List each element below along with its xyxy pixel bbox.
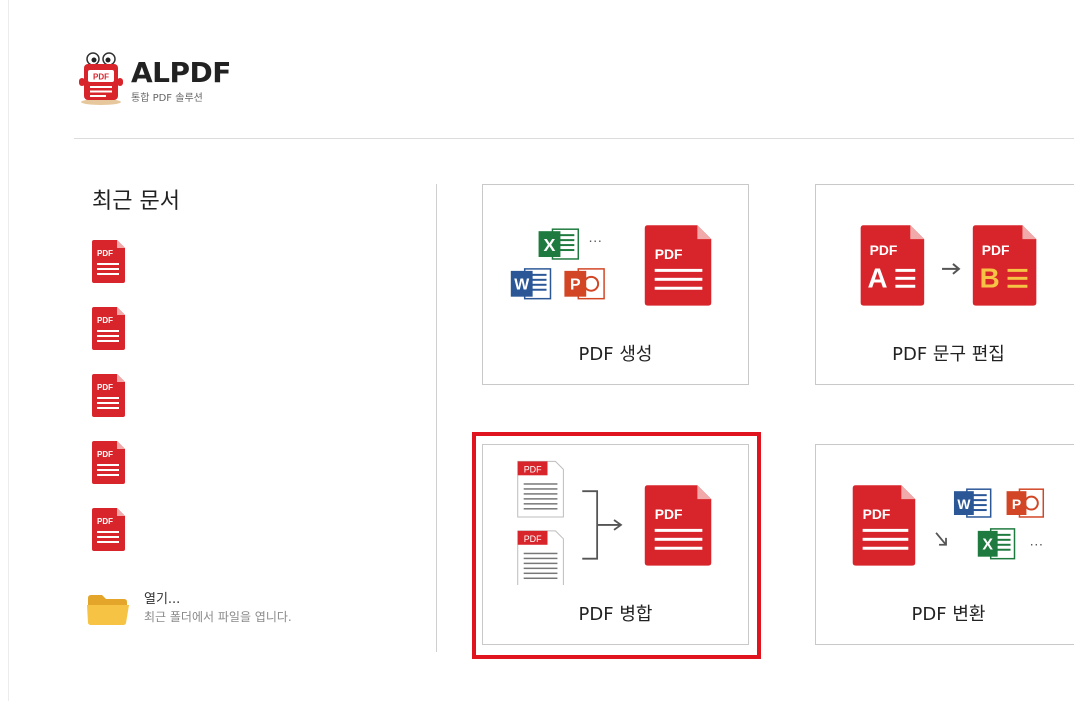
pdf-label: PDF <box>524 464 542 474</box>
logo-badge-text: PDF <box>93 73 109 82</box>
open-file-button[interactable]: 열기... 최근 폴더에서 파일을 엽니다. <box>86 588 366 632</box>
pdf-label: PDF <box>655 246 683 262</box>
recent-document-item[interactable]: PDF <box>91 372 127 418</box>
recent-document-item[interactable]: PDF <box>91 305 127 351</box>
pdf-file-icon-label: PDF <box>97 450 113 459</box>
panel-divider <box>436 184 437 652</box>
tile-pdf-merge[interactable]: PDF PDF PDF PDF 병합 <box>482 444 749 645</box>
alpdf-logo-icon: PDF <box>79 52 123 105</box>
open-label: 열기... <box>144 592 181 607</box>
tile-pdf-convert-label: PDF 변환 <box>911 604 986 625</box>
recent-document-item[interactable]: PDF <box>91 238 127 284</box>
letter-a: A <box>867 263 887 294</box>
pdf-label: PDF <box>982 242 1010 258</box>
ppt-letter: P <box>570 277 581 294</box>
recent-document-item[interactable]: PDF <box>91 439 127 485</box>
tile-pdf-convert[interactable]: PDF W P X ··· PDF 변환 <box>815 444 1074 645</box>
recent-documents-title: 최근 문서 <box>92 189 180 214</box>
pdf-label: PDF <box>863 506 891 522</box>
open-description: 최근 폴더에서 파일을 엽니다. <box>144 610 292 624</box>
window-left-border <box>8 0 9 701</box>
merge-icon: PDF PDF PDF <box>517 460 712 585</box>
pdf-label: PDF <box>655 506 683 522</box>
tile-pdf-create[interactable]: X ··· W P PDF PDF 생성 <box>482 184 749 385</box>
office-to-pdf-icon: X ··· W P PDF <box>510 225 712 306</box>
recent-document-item[interactable]: PDF <box>91 506 127 552</box>
excel-letter: X <box>544 235 556 255</box>
ellipsis-text: ··· <box>1029 536 1043 552</box>
folder-icon <box>87 595 129 625</box>
ppt-letter: P <box>1012 496 1021 512</box>
excel-letter: X <box>982 537 993 554</box>
ellipsis-text: ··· <box>588 232 602 248</box>
pdf-file-icon-label: PDF <box>97 517 113 526</box>
tile-pdf-text-edit[interactable]: PDF A PDF B PDF 문구 편집 <box>815 184 1074 385</box>
brand-name: ALPDF <box>131 56 231 89</box>
pdf-file-icon-label: PDF <box>97 249 113 258</box>
pdf-file-icon-label: PDF <box>97 316 113 325</box>
word-letter: W <box>957 496 971 512</box>
tile-pdf-create-label: PDF 생성 <box>578 344 653 365</box>
text-edit-icon: PDF A PDF B <box>860 225 1037 306</box>
pdf-file-icon-label: PDF <box>97 383 113 392</box>
brand-subtitle: 통합 PDF 솔루션 <box>131 93 203 104</box>
letter-b: B <box>980 263 1000 294</box>
header-divider <box>74 138 1074 139</box>
pdf-to-office-icon: PDF W P X ··· <box>852 485 1045 566</box>
tile-pdf-text-edit-label: PDF 문구 편집 <box>892 344 1005 365</box>
pdf-label: PDF <box>870 242 898 258</box>
word-letter: W <box>514 277 529 294</box>
pdf-label: PDF <box>524 534 542 544</box>
tile-pdf-merge-label: PDF 병합 <box>578 604 653 625</box>
